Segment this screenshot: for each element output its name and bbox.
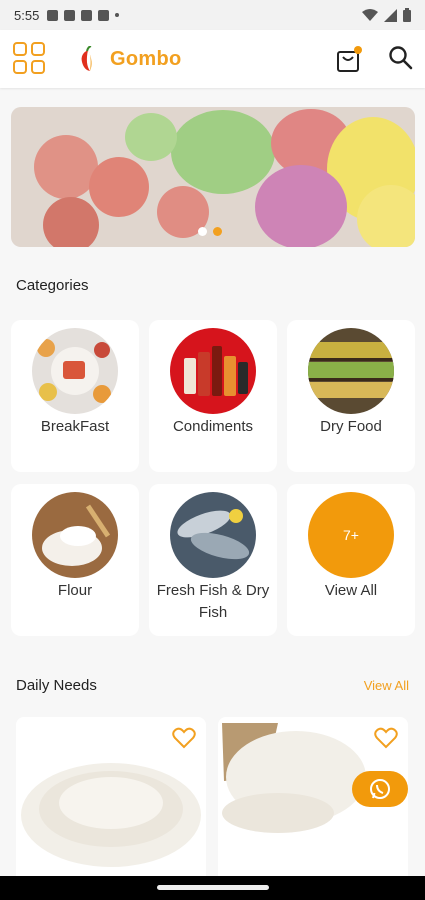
home-gesture-handle[interactable] [157,885,269,890]
category-card-view-all[interactable]: 7+ View All [287,484,415,636]
heart-icon[interactable] [172,727,196,749]
category-label: View All [324,582,378,599]
condiments-image [170,328,256,414]
system-navigation-bar [0,876,425,900]
categories-heading: Categories [16,277,89,294]
flour-image [32,492,118,578]
promo-banner-carousel[interactable] [11,107,415,247]
brand-name: Gombo [110,48,182,70]
status-bar: 5:55 [0,0,425,30]
category-label: Condiments [172,418,254,435]
search-icon[interactable] [388,45,414,71]
shopping-bag-icon[interactable] [336,45,362,73]
view-all-count-badge[interactable]: 7+ [308,492,394,578]
app-header: Gombo [0,30,425,88]
category-card-dry-food[interactable]: Dry Food [287,320,415,472]
more-notifications-icon [115,13,120,17]
whatsapp-chat-button[interactable] [352,771,408,807]
category-card-fish[interactable]: Fresh Fish & Dry Fish [149,484,277,636]
daily-needs-heading: Daily Needs [16,677,97,694]
daily-needs-view-all-link[interactable]: View All [364,678,409,693]
notification-icon [47,9,59,21]
whatsapp-icon [370,779,390,799]
status-time: 5:55 [14,7,40,23]
signal-icon [384,8,397,22]
messenger-icon [81,9,93,21]
category-label: Fresh Fish & Dry Fish [156,582,270,621]
category-card-condiments[interactable]: Condiments [149,320,277,472]
battery-icon [403,8,411,22]
category-card-breakfast[interactable]: BreakFast [11,320,139,472]
fan-icon [64,9,76,21]
category-label: BreakFast [40,418,110,435]
breakfast-image [32,328,118,414]
heart-icon[interactable] [374,727,398,749]
vegetables-banner-image [11,107,415,247]
grid-menu-icon[interactable] [13,42,45,74]
carousel-indicator [198,227,222,236]
clipboard-icon [98,9,110,21]
dry-food-image [308,328,394,414]
chili-logo-icon [81,46,92,71]
product-card[interactable] [16,717,206,892]
fish-image [170,492,256,578]
carousel-dot[interactable] [198,227,207,236]
category-label: Dry Food [320,418,382,435]
category-card-flour[interactable]: Flour [11,484,139,636]
category-label: Flour [57,582,93,599]
carousel-dot-active[interactable] [213,227,222,236]
wifi-icon [362,8,378,21]
